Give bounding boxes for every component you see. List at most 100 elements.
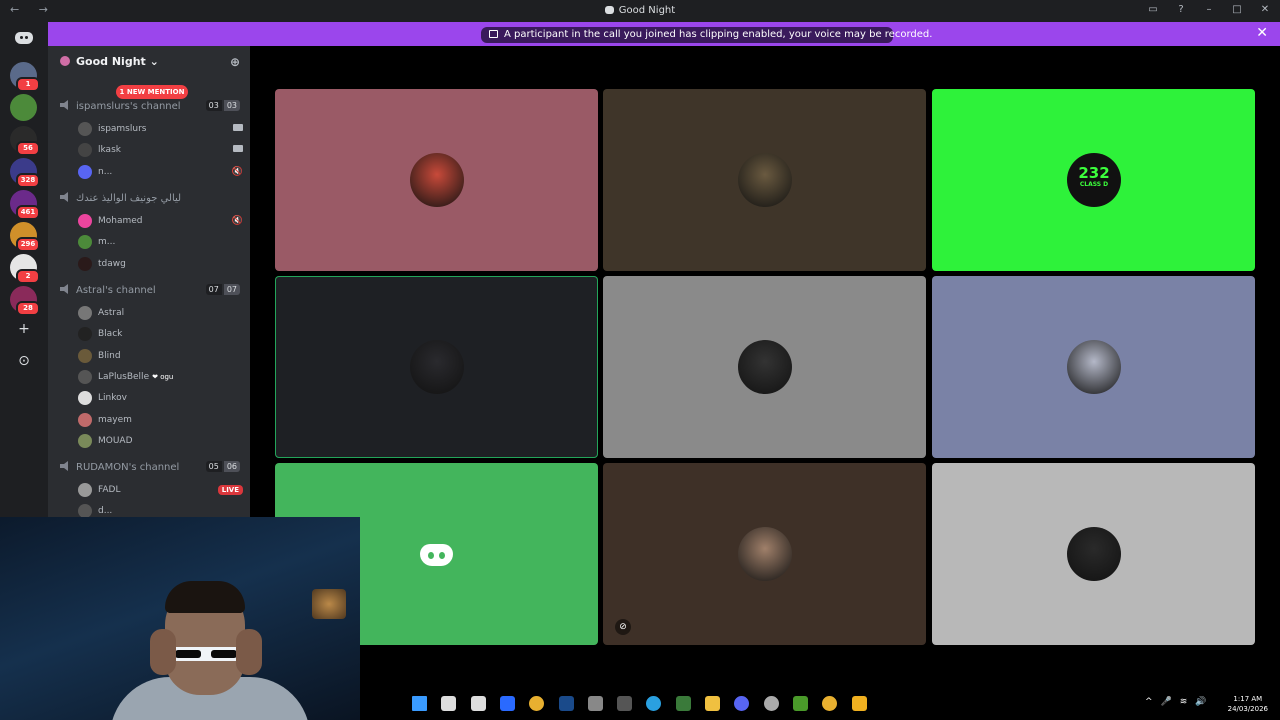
avatar — [78, 483, 92, 497]
voice-member[interactable]: mayem — [78, 412, 243, 429]
participant-tile-3[interactable]: 232 CLASS D — [932, 89, 1255, 271]
user-count-limit: 03 — [223, 100, 240, 111]
notice-close-button[interactable]: ✕ — [1256, 25, 1268, 41]
taskbar-chrome-1-icon[interactable] — [529, 696, 545, 711]
clock[interactable]: 1:17 AM 24/03/2026 — [1228, 694, 1268, 714]
server-icon-4[interactable]: 328 — [10, 158, 40, 188]
taskbar-store-icon[interactable] — [587, 696, 603, 711]
voice-member[interactable]: Blind — [78, 348, 243, 365]
title-bar: ← → Good Night ▭ ? – □ ✕ — [0, 0, 1280, 22]
member-name: ispamslurs — [98, 124, 147, 134]
voice-member[interactable]: ispamslurs — [78, 122, 243, 138]
taskbar-chrome-2-icon[interactable] — [822, 696, 838, 711]
tray-chevron-icon[interactable]: ^ — [1145, 697, 1153, 707]
mention-count-badge: 328 — [16, 173, 40, 188]
mention-count-badge: 2 — [16, 269, 40, 284]
taskbar-rockstar-icon[interactable] — [851, 696, 867, 711]
server-icon-7[interactable]: 2 — [10, 254, 40, 284]
discord-home-button[interactable] — [13, 30, 35, 46]
server-icon-1[interactable]: 1 — [10, 62, 40, 92]
voice-member[interactable]: FADL LIVE — [78, 483, 243, 499]
lamp — [312, 589, 346, 619]
wifi-icon[interactable]: ≋ — [1180, 697, 1188, 707]
explore-servers-button[interactable]: ⊙ — [14, 352, 34, 372]
participant-tile-9[interactable] — [932, 463, 1255, 645]
server-header[interactable]: Good Night ⌄ ⊕ — [48, 46, 250, 78]
voice-member[interactable]: Black — [78, 327, 243, 343]
voice-channel[interactable]: ليالي جونيف الواليذ عندك — [60, 192, 240, 204]
sunglasses — [170, 647, 242, 661]
voice-channel[interactable]: Astral's channel 07 07 — [60, 284, 240, 296]
user-count-current: 05 — [205, 461, 222, 472]
voice-member[interactable]: MOUAD — [78, 433, 243, 450]
voice-member[interactable]: Linkov — [78, 391, 243, 407]
voice-member[interactable]: n... 🔇 — [78, 164, 243, 181]
inbox-icon[interactable]: ▭ — [1146, 4, 1160, 15]
voice-member[interactable]: tdawg — [78, 256, 243, 273]
taskbar-terminal-icon[interactable] — [792, 696, 808, 711]
member-name: Blind — [98, 350, 121, 361]
avatar — [78, 412, 92, 427]
user-count-current: 07 — [205, 284, 222, 295]
taskbar-taskview-icon[interactable] — [441, 696, 457, 711]
participant-tile-8[interactable]: ⊘ — [603, 463, 926, 645]
avatar-caption: CLASS D — [1079, 181, 1109, 188]
user-count: 07 07 — [205, 284, 240, 295]
voice-channel[interactable]: RUDAMON's channel 05 06 — [60, 461, 240, 473]
avatar-number: 232 — [1078, 164, 1110, 182]
avatar — [78, 327, 92, 342]
help-icon[interactable]: ? — [1174, 4, 1188, 15]
participant-tile-4[interactable] — [275, 276, 598, 458]
microphone-icon[interactable]: 🎤 — [1161, 697, 1172, 707]
avatar — [78, 391, 92, 406]
participant-tile-2[interactable] — [603, 89, 926, 271]
taskbar-start-icon[interactable] — [412, 696, 427, 711]
server-icon-5[interactable]: 461 — [10, 190, 40, 220]
voice-member[interactable]: LaPlusBelle ❤ ogu — [78, 369, 243, 386]
taskbar-app-blue-icon[interactable] — [499, 696, 515, 711]
voice-channel-name: ليالي جونيف الواليذ عندك — [76, 193, 182, 204]
member-name: Linkov — [98, 393, 127, 404]
webcam-overlay — [0, 517, 360, 720]
voice-channel[interactable]: ispamslurs's channel 03 03 — [60, 100, 240, 112]
avatar — [78, 433, 92, 448]
minimize-button[interactable]: – — [1202, 4, 1216, 15]
voice-channel-name: RUDAMON's channel — [76, 462, 180, 473]
close-window-button[interactable]: ✕ — [1258, 4, 1272, 15]
server-icon-8[interactable]: 28 — [10, 286, 40, 316]
taskbar-steam-icon[interactable] — [558, 696, 574, 711]
new-mention-pill[interactable]: 1 NEW MENTION — [116, 85, 188, 99]
taskbar-app-green-icon[interactable] — [675, 696, 691, 711]
participant-tile-6[interactable] — [932, 276, 1255, 458]
avatar — [78, 143, 92, 158]
speaker-icon — [60, 100, 68, 110]
taskbar-discord-icon[interactable] — [734, 696, 750, 711]
volume-icon[interactable]: 🔊 — [1195, 697, 1206, 707]
window-title-text: Good Night — [618, 5, 676, 16]
taskbar-app-circle-icon[interactable] — [763, 696, 779, 711]
discord-default-avatar-icon — [420, 544, 453, 566]
server-icon-2[interactable] — [10, 94, 37, 121]
member-name: lkask — [98, 145, 121, 156]
participant-tile-1[interactable] — [275, 89, 598, 271]
server-icon-3[interactable]: 56 — [10, 126, 40, 156]
taskbar-telegram-icon[interactable] — [646, 696, 662, 711]
server-icon-6[interactable]: 296 — [10, 222, 40, 252]
member-name: m... — [98, 237, 116, 248]
maximize-button[interactable]: □ — [1230, 4, 1244, 15]
user-count-current: 03 — [205, 100, 222, 111]
add-server-button[interactable]: + — [14, 320, 34, 340]
add-member-icon[interactable]: ⊕ — [230, 55, 240, 69]
voice-member[interactable]: Mohamed 🔇 — [78, 214, 243, 230]
taskbar-calculator-icon[interactable] — [617, 696, 633, 711]
avatar — [78, 348, 92, 363]
clock-time: 1:17 AM — [1233, 695, 1263, 703]
window-controls: ▭ ? – □ ✕ — [1146, 4, 1272, 15]
voice-member[interactable]: m... — [78, 235, 243, 251]
voice-member[interactable]: Astral — [78, 306, 243, 322]
voice-member[interactable]: lkask — [78, 143, 243, 159]
participant-tile-5[interactable] — [603, 276, 926, 458]
taskbar-todo-icon[interactable] — [470, 696, 486, 711]
participant-avatar — [1067, 340, 1121, 394]
taskbar-explorer-icon[interactable] — [705, 696, 720, 711]
